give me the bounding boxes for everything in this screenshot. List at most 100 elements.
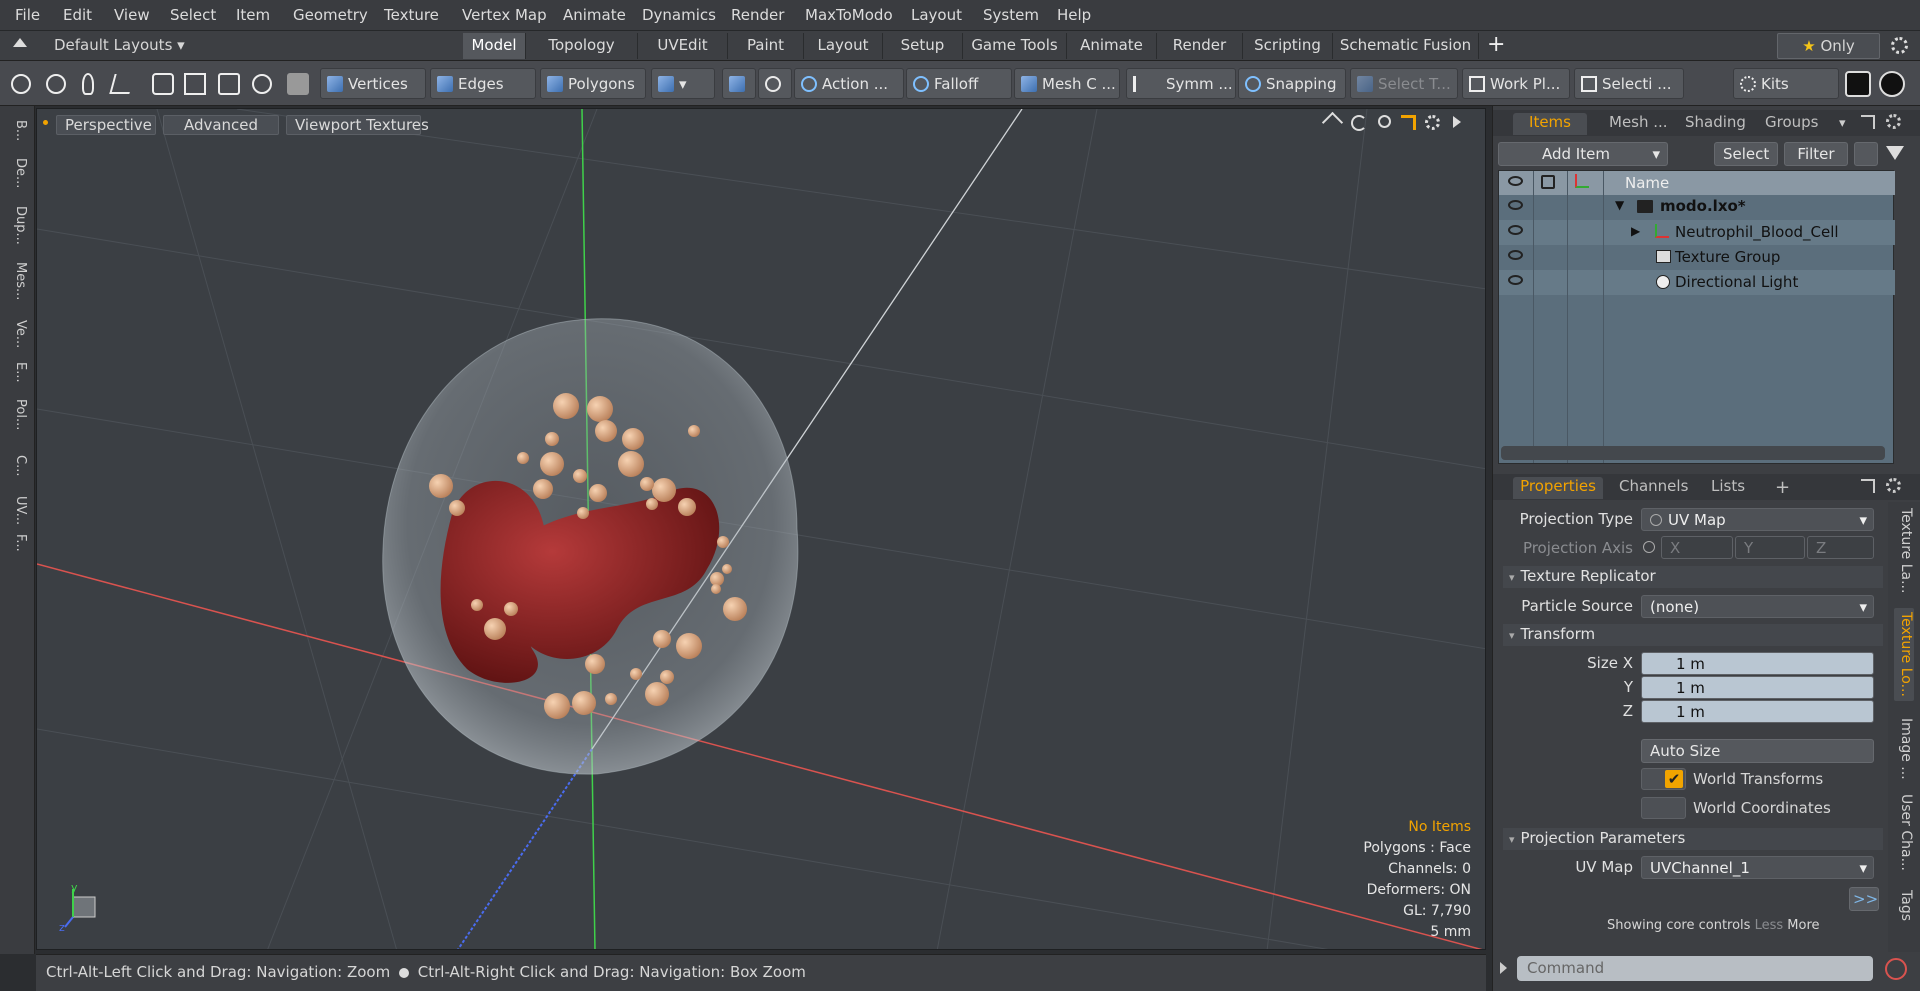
viewport-menu-dot-icon[interactable] [43, 120, 48, 125]
section-transform[interactable]: ▾ Transform [1503, 624, 1883, 646]
tab-shading[interactable]: Shading [1679, 113, 1752, 135]
viewport-textures-dropdown[interactable]: Viewport Textures [286, 115, 429, 135]
material-icon[interactable] [252, 74, 272, 94]
particle-source-dropdown[interactable]: (none) ▾ [1641, 595, 1874, 618]
kits-button[interactable]: Kits [1733, 68, 1839, 99]
menu-texture[interactable]: Texture [384, 6, 439, 24]
more-link[interactable]: More [1787, 918, 1819, 933]
visibility-eye-icon[interactable] [1508, 275, 1523, 285]
side-tab-texture-layers[interactable]: Texture La... [1894, 508, 1914, 593]
edges-button[interactable]: Edges [430, 68, 536, 99]
panel-expand-icon[interactable] [1861, 115, 1875, 129]
menu-help[interactable]: Help [1057, 6, 1091, 24]
visibility-eye-icon[interactable] [1508, 225, 1523, 235]
section-projection-parameters[interactable]: ▾ Projection Parameters [1503, 828, 1883, 850]
tab-model[interactable]: Model [463, 33, 526, 59]
work-plane-button[interactable]: Work Pl... [1462, 68, 1570, 99]
menu-select[interactable]: Select [170, 6, 216, 24]
polygons-button[interactable]: Polygons [540, 68, 646, 99]
tab-groups[interactable]: Groups [1759, 113, 1824, 135]
modo-logo-icon[interactable] [1845, 71, 1871, 97]
item-row-texture-group[interactable]: Texture Group [1499, 245, 1895, 270]
record-icon[interactable] [1885, 958, 1907, 980]
item-mode-icon[interactable] [152, 73, 174, 95]
section-texture-replicator[interactable]: ▾ Texture Replicator [1503, 566, 1883, 588]
more-controls-button[interactable]: >> [1849, 887, 1879, 911]
viewport-gear-icon[interactable] [1425, 115, 1440, 130]
only-button[interactable]: ★ Only [1777, 33, 1880, 59]
menu-system[interactable]: System [983, 6, 1039, 24]
tab-paint[interactable]: Paint [728, 33, 804, 59]
zoom-icon[interactable] [1378, 115, 1391, 128]
item-list-scrollbar[interactable] [1501, 446, 1885, 460]
snapping-button[interactable]: Snapping [1238, 68, 1346, 99]
list-options-button[interactable] [1854, 142, 1878, 166]
name-column-header[interactable]: Name [1625, 174, 1669, 192]
cube-icon[interactable] [287, 73, 309, 95]
tab-properties[interactable]: Properties [1513, 477, 1603, 499]
collapse-up-icon[interactable] [13, 38, 27, 47]
axis-y-option[interactable]: Y [1735, 536, 1805, 559]
action-center-button[interactable]: Action ... [794, 68, 904, 99]
materials-mode-button[interactable]: ▾ [651, 68, 715, 99]
axis-z-option[interactable]: Z [1807, 536, 1874, 559]
left-tab-vertex[interactable]: Ve... [6, 320, 28, 348]
left-tab-edge[interactable]: E... [6, 362, 28, 383]
tab-animate[interactable]: Animate [1067, 33, 1157, 59]
tab-layout[interactable]: Layout [804, 33, 883, 59]
panel-expand-icon[interactable] [1861, 479, 1875, 493]
side-tab-user-channels[interactable]: User Cha... [1894, 794, 1914, 871]
advanced-dropdown[interactable]: Advanced [163, 115, 279, 135]
size-x-input[interactable]: 1 m [1641, 652, 1874, 675]
maximize-icon[interactable] [1401, 115, 1416, 130]
menu-layout[interactable]: Layout [911, 6, 962, 24]
axis-x-option[interactable]: X [1661, 536, 1733, 559]
panel-gear-icon[interactable] [1886, 114, 1901, 129]
expand-arrow-icon[interactable]: ▶ [1631, 224, 1640, 238]
tab-scripting[interactable]: Scripting [1243, 33, 1333, 59]
pin-icon[interactable] [82, 73, 94, 95]
tab-game-tools[interactable]: Game Tools [963, 33, 1067, 59]
select-button[interactable]: Select [1714, 142, 1778, 166]
visibility-eye-icon[interactable] [1508, 250, 1523, 260]
left-tab-polygon[interactable]: Pol... [6, 399, 28, 430]
item-row-scene[interactable]: ▼ modo.lxo* [1499, 195, 1895, 220]
add-item-button[interactable]: Add Item ▾ [1498, 142, 1668, 166]
vertices-button[interactable]: Vertices [320, 68, 426, 99]
menu-item[interactable]: Item [236, 6, 270, 24]
world-coordinates-toggle[interactable] [1641, 797, 1686, 819]
filter-button[interactable]: Filter [1784, 142, 1848, 166]
left-tab-curve[interactable]: C... [6, 455, 28, 476]
left-tab-basic[interactable]: B... [6, 120, 28, 141]
left-tab-duplicate[interactable]: Dup... [6, 206, 28, 245]
add-panel-tab-button[interactable]: + [1769, 477, 1796, 499]
3d-viewport[interactable]: y z Perspective Advanced Viewport Textur… [36, 108, 1486, 950]
item-row-light[interactable]: Directional Light [1499, 270, 1895, 295]
select-mode-icon[interactable] [11, 74, 31, 94]
tab-schematic-fusion[interactable]: Schematic Fusion [1333, 33, 1479, 59]
frame-icon[interactable] [218, 73, 240, 95]
left-tab-mesh-edit[interactable]: Mes... [6, 262, 28, 300]
tab-topology[interactable]: Topology [526, 33, 638, 59]
tab-mesh-ops[interactable]: Mesh ... [1603, 113, 1674, 135]
tab-items[interactable]: Items [1513, 113, 1587, 135]
add-tab-button[interactable]: + [1487, 32, 1505, 57]
tabs-overflow-icon[interactable]: ▾ [1839, 116, 1846, 131]
checkmark-icon[interactable]: ✔ [1665, 770, 1683, 788]
symmetry-button[interactable]: Symm ... [1126, 68, 1236, 99]
less-link[interactable]: Less [1755, 918, 1784, 933]
soccer-ball-button[interactable] [758, 68, 792, 99]
left-tab-deform[interactable]: De... [6, 158, 28, 188]
layout-selector[interactable]: Default Layouts ▾ [54, 36, 185, 54]
menu-maxtomodo[interactable]: MaxToModo [805, 6, 893, 24]
uv-map-dropdown[interactable]: UVChannel_1 ▾ [1641, 856, 1874, 879]
command-input[interactable]: Command [1517, 956, 1873, 981]
size-z-input[interactable]: 1 m [1641, 700, 1874, 723]
menu-file[interactable]: File [15, 6, 40, 24]
collapse-arrow-icon[interactable]: ▼ [1615, 198, 1624, 212]
selection-sets-button[interactable]: Selecti ... [1574, 68, 1684, 99]
symmetry-shield-button[interactable] [722, 68, 756, 99]
size-y-input[interactable]: 1 m [1641, 676, 1874, 699]
visibility-eye-icon[interactable] [1508, 200, 1523, 210]
rotate-icon[interactable] [1351, 115, 1367, 131]
